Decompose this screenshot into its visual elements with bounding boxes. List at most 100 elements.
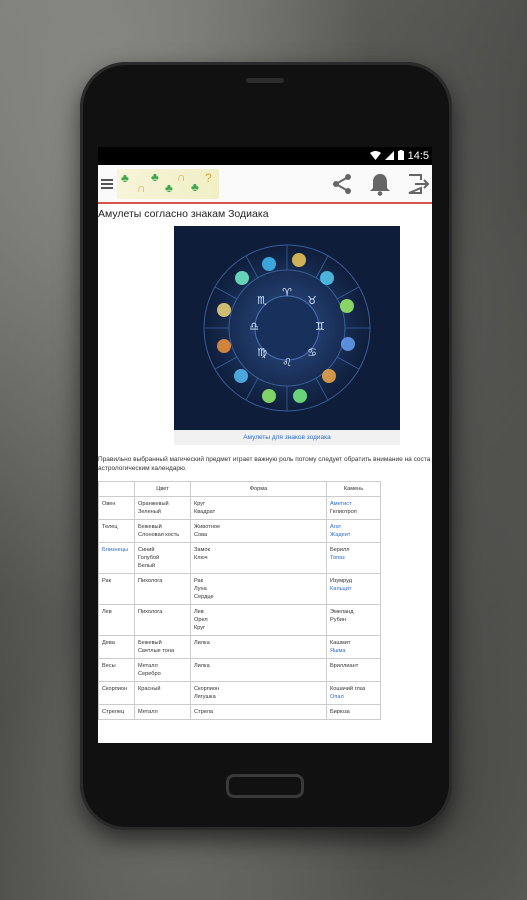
- sign-cell: Скорпион: [98, 681, 135, 705]
- shape-value: Лягушка: [194, 694, 216, 700]
- stone-value: Бирюза: [330, 709, 350, 715]
- article-paragraph: Правильно выбранный магический предмет и…: [98, 455, 432, 473]
- shape-cell: Замок Ключ: [190, 542, 327, 574]
- shape-value: Круг: [194, 625, 206, 631]
- shape-value: Круг: [194, 501, 206, 507]
- shape-cell: Круг Квадрат: [190, 496, 327, 520]
- color-value: Пихолога: [138, 578, 163, 584]
- speaker: [246, 78, 284, 83]
- menu-icon[interactable]: [101, 177, 113, 191]
- stone-link[interactable]: Аметист: [330, 500, 377, 508]
- stone-value: Рубин: [330, 617, 347, 623]
- color-cell: Красный: [134, 681, 191, 705]
- wifi-icon: [369, 150, 381, 162]
- zodiac-wheel-image: ♈ ♉ ♊ ♋ ♌ ♍ ♎ ♏: [174, 226, 400, 430]
- stone-cell: Берилл Топаз: [326, 542, 381, 574]
- stone-value: Изумруд: [330, 578, 353, 584]
- sign-name: Овен: [102, 501, 116, 507]
- status-bar: 14:5: [98, 147, 432, 165]
- svg-text:♍: ♍: [257, 346, 267, 359]
- signal-icon: [384, 150, 394, 162]
- share-icon[interactable]: [328, 170, 356, 198]
- color-value: Красный: [138, 686, 161, 692]
- sign-cell: Телец: [98, 519, 135, 543]
- sign-name[interactable]: Близнецы: [102, 547, 128, 553]
- table-row: Стрелец Металл Стрела Бирюза: [98, 704, 381, 720]
- shape-cell: Лев Орел Круг: [190, 604, 327, 636]
- table-header: Камень: [326, 481, 381, 497]
- sign-cell: Рак: [98, 573, 135, 605]
- color-value: Пихолога: [138, 609, 163, 615]
- paragraph-line: Правильно выбранный магический предмет и…: [98, 456, 431, 463]
- phone-frame: 14:5 ♣ ∩ ♣ ♣ ∩ ♣ ? Амулеты согласно знак…: [80, 62, 452, 830]
- sign-cell: Весы: [98, 658, 135, 682]
- stone-cell: Кошачий глаз Опал: [326, 681, 381, 705]
- svg-text:♈: ♈: [282, 286, 292, 299]
- svg-text:♎: ♎: [249, 320, 259, 333]
- table-body: Овен Оранжевый Зеленый Круг Квадрат Аметист Ге…: [98, 496, 381, 720]
- svg-text:♉: ♉: [307, 294, 317, 307]
- color-value: Оранжевый: [138, 501, 169, 507]
- table-header: [98, 481, 135, 497]
- stone-cell: Бирюза: [326, 704, 381, 720]
- stone-link[interactable]: Жадеит: [330, 531, 377, 539]
- stone-link[interactable]: Топаз: [330, 554, 377, 562]
- stone-value: Берилл: [330, 547, 350, 553]
- table-header: Форма: [190, 481, 327, 497]
- color-value: Белый: [138, 563, 156, 569]
- color-value: Серебро: [138, 671, 161, 677]
- table-row: Овен Оранжевый Зеленый Круг Квадрат Аметист Ге…: [98, 496, 381, 520]
- shape-value: Животное: [194, 524, 221, 530]
- color-cell: Металл: [134, 704, 191, 720]
- svg-text:♌: ♌: [282, 356, 292, 369]
- color-cell: Бежевый Слоновая кость: [134, 519, 191, 543]
- status-time: 14:5: [407, 150, 429, 162]
- sign-cell[interactable]: Близнецы: [98, 542, 135, 574]
- stone-cell: Изумруд Кальцит: [326, 573, 381, 605]
- article-title: Амулеты согласно знакам Зодиака: [98, 208, 269, 220]
- figure-caption[interactable]: Амулеты для знаков зодиака: [174, 430, 400, 445]
- stone-value: Гелиотроп: [330, 509, 357, 515]
- table-row: Дева Бежевый Светлые тона Лилка Кашмит Яшма: [98, 635, 381, 659]
- sign-name: Скорпион: [102, 686, 128, 692]
- shape-value: Луна: [194, 586, 207, 592]
- stone-link[interactable]: Опал: [330, 693, 377, 701]
- table-row: Близнецы Синий Голубой Белый Замок Ключ Берилл…: [98, 542, 381, 574]
- bell-icon[interactable]: [366, 170, 394, 198]
- stone-cell: Агат Жадеит: [326, 519, 381, 543]
- table-row: Телец Бежевый Слоновая кость Животное Сова Аг…: [98, 519, 381, 543]
- app-toolbar: ♣ ∩ ♣ ♣ ∩ ♣ ?: [98, 165, 432, 204]
- stone-link[interactable]: Агат: [330, 523, 377, 531]
- table-row: Весы Металл Серебро Лилка Бриллиант: [98, 658, 381, 682]
- stone-value: Кошачий глаз: [330, 686, 366, 692]
- sign-name: Весы: [102, 663, 116, 669]
- color-cell: Синий Голубой Белый: [134, 542, 191, 574]
- table-header-row: Цвет Форма Камень: [98, 481, 381, 497]
- shape-value: Лилка: [194, 640, 210, 646]
- stone-cell: Эмеланд Рубин: [326, 604, 381, 636]
- figure: ♈ ♉ ♊ ♋ ♌ ♍ ♎ ♏ Амулеты для знаков зодиака: [174, 226, 400, 445]
- color-value: Металл: [138, 663, 158, 669]
- shape-value: Сова: [194, 532, 208, 538]
- shape-cell: Лилка: [190, 635, 327, 659]
- color-value: Металл: [138, 709, 158, 715]
- stone-value: Эмеланд: [330, 609, 354, 615]
- color-value: Голубой: [138, 555, 160, 561]
- shape-cell: Лилка: [190, 658, 327, 682]
- shape-cell: Животное Сова: [190, 519, 327, 543]
- shape-cell: Скорпион Лягушка: [190, 681, 327, 705]
- exit-icon[interactable]: [404, 170, 432, 198]
- home-button[interactable]: [226, 774, 304, 798]
- shape-value: Скорпион: [194, 686, 220, 692]
- table-row: Рак Пихолога Рак Луна Сердце Изумруд Кальцит: [98, 573, 381, 605]
- shape-value: Сердце: [194, 594, 214, 600]
- sign-cell: Лев: [98, 604, 135, 636]
- shape-cell: Стрела: [190, 704, 327, 720]
- color-cell: Металл Серебро: [134, 658, 191, 682]
- sign-cell: Дева: [98, 635, 135, 659]
- shape-cell: Рак Луна Сердце: [190, 573, 327, 605]
- stone-link[interactable]: Кальцит: [330, 585, 377, 593]
- stone-cell: Кашмит Яшма: [326, 635, 381, 659]
- stone-link[interactable]: Яшма: [330, 647, 377, 655]
- sign-name: Лев: [102, 609, 112, 615]
